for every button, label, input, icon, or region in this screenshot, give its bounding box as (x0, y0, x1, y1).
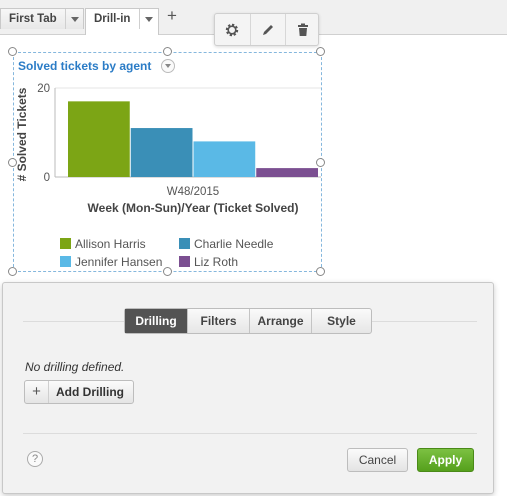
y-tick-label: 20 (37, 83, 50, 95)
bar (130, 128, 193, 177)
resize-handle[interactable] (316, 47, 325, 56)
bar-chart: 20 0 W48/2015 Week (Mon-Sun)/Year (Ticket S… (15, 83, 321, 215)
plus-icon: + (25, 381, 49, 403)
legend-label: Liz Roth (194, 255, 239, 269)
resize-handle[interactable] (8, 267, 17, 276)
bar (256, 168, 318, 177)
tab-label: Drill-in (94, 13, 131, 25)
empty-drilling-text: No drilling defined. (25, 360, 125, 374)
bar (68, 101, 130, 177)
add-tab-button[interactable]: + (164, 6, 180, 26)
y-tick-label: 0 (44, 172, 50, 184)
legend-label: Jennifer Hansen (75, 255, 163, 269)
chevron-down-icon[interactable] (65, 9, 84, 29)
resize-handle[interactable] (163, 47, 172, 56)
x-axis-label: Week (Mon-Sun)/Year (Ticket Solved) (88, 201, 299, 215)
add-drilling-label: Add Drilling (56, 385, 124, 399)
resize-handle[interactable] (316, 267, 325, 276)
legend-label: Allison Harris (75, 237, 146, 251)
chevron-down-icon[interactable] (139, 9, 158, 29)
edit-button[interactable] (250, 14, 284, 45)
resize-handle[interactable] (8, 47, 17, 56)
chart-widget[interactable]: Solved tickets by agent 20 0 W48/2015 Week … (8, 47, 325, 276)
trash-icon (298, 23, 308, 36)
add-drilling-button[interactable]: + Add Drilling (24, 380, 134, 404)
tab-label: First Tab (9, 13, 57, 25)
widget-toolbar (214, 13, 319, 46)
tab-arrange[interactable]: Arrange (249, 309, 311, 333)
x-tick-label: W48/2015 (167, 186, 219, 198)
cancel-button[interactable]: Cancel (347, 448, 408, 472)
legend-swatch-1 (179, 238, 190, 249)
tab-style[interactable]: Style (311, 309, 371, 333)
resize-handle[interactable] (8, 158, 17, 167)
bar (193, 141, 256, 177)
legend-label: Charlie Needle (194, 237, 274, 251)
settings-button[interactable] (215, 14, 249, 45)
resize-handle[interactable] (163, 267, 172, 276)
tab-drilling[interactable]: Drilling (125, 309, 187, 333)
legend-swatch-3 (179, 256, 190, 267)
resize-handle[interactable] (316, 158, 325, 167)
gear-icon (225, 23, 239, 37)
tab-first-tab[interactable]: First Tab (0, 8, 84, 29)
pencil-icon (263, 25, 273, 35)
widget-title[interactable]: Solved tickets by agent (18, 59, 151, 73)
y-axis-label: # Solved Tickets (15, 87, 29, 181)
chevron-down-icon[interactable] (161, 59, 175, 73)
tab-drill-in[interactable]: Drill-in (85, 8, 159, 35)
apply-button[interactable]: Apply (417, 448, 474, 472)
tab-filters[interactable]: Filters (187, 309, 249, 333)
legend-swatch-0 (60, 238, 71, 249)
widget-config-panel: Drilling Filters Arrange Style No drilli… (2, 282, 494, 494)
legend-swatch-2 (60, 256, 71, 267)
divider (23, 433, 477, 434)
config-tabs: Drilling Filters Arrange Style (124, 308, 372, 334)
help-icon[interactable]: ? (27, 451, 43, 467)
delete-button[interactable] (285, 14, 319, 45)
